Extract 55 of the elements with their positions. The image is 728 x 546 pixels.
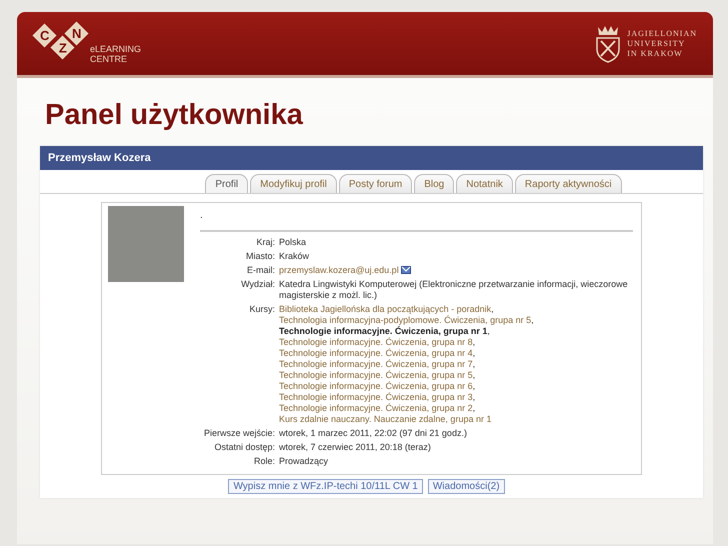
field-label: Role:: [252, 456, 275, 467]
separator-text: ,: [472, 348, 476, 358]
profile-tab[interactable]: Blog: [414, 174, 454, 193]
field-label: E-mail:: [246, 265, 275, 276]
profile-description: .: [200, 206, 633, 232]
course-link[interactable]: Technologie informacyjne. Ćwiczenia, grupa nr 2: [279, 403, 473, 413]
separator-text: ,: [472, 403, 476, 413]
separator-text: ,: [531, 315, 534, 325]
separator-text: ,: [472, 370, 476, 380]
separator-text: ,: [472, 337, 476, 347]
course-link[interactable]: Kurs zdalnie nauczany. Nauczanie zdalne, grupa nr 1: [279, 414, 492, 424]
profile-tab[interactable]: Raporty aktywności: [514, 174, 622, 193]
course-link[interactable]: Technologie informacyjne. Ćwiczenia, grupa nr 5: [279, 370, 473, 380]
course-link[interactable]: Technologie informacyjne. Ćwiczenia, grupa nr 3: [279, 392, 473, 402]
logo-text: eLEARNING: [90, 44, 142, 54]
separator-text: ,: [472, 392, 476, 402]
university-name: UNIVERSITY: [627, 38, 686, 48]
field-label: Miasto:: [244, 251, 275, 262]
field-value: Polska: [279, 237, 308, 248]
course-link[interactable]: Technologie informacyjne. Ćwiczenia, grupa nr 7: [279, 359, 473, 369]
profile-tab[interactable]: Posty forum: [338, 174, 412, 193]
slide-title: Panel użytkownika: [45, 98, 304, 132]
field-label: Wydział:: [240, 279, 275, 291]
profile-tab[interactable]: Profil: [205, 174, 248, 193]
field-label: Ostatni dostęp:: [213, 442, 275, 453]
separator-text: ,: [491, 304, 494, 314]
email-link[interactable]: przemyslaw.kozera@uj.edu.pl: [279, 265, 399, 275]
field-label: Kraj:: [255, 237, 275, 248]
separator-text: ,: [472, 359, 476, 369]
profile-tab[interactable]: Modyfikuj profil: [250, 174, 337, 193]
user-name: Przemysław Kozera: [48, 151, 151, 166]
separator-text: ,: [487, 326, 490, 336]
university-name: IN KRAKOW: [627, 48, 684, 58]
field-label: Kursy:: [248, 304, 275, 316]
university-name: JAGIELLONIAN: [627, 28, 697, 38]
field-value: wtorek, 7 czerwiec 2011, 20:18 (teraz): [279, 442, 432, 453]
field-value: wtorek, 1 marzec 2011, 22:02 (97 dni 21 godz.): [279, 428, 468, 439]
course-link[interactable]: Technologie informacyjne. Ćwiczenia, grupa nr 8: [279, 337, 473, 347]
field-value: Katedra Lingwistyki Komputerowej (Elektroniczne przetwarzanie informacji, wieczorowe magisterskie z możl. lic.): [279, 279, 629, 301]
course-link[interactable]: Technologia informacyjna-podyplomowe. Ćwiczenia, grupa nr 5: [279, 315, 532, 325]
action-button[interactable]: Wypisz mnie z WFz.IP-techi 10/11L CW 1: [228, 479, 423, 494]
envelope-icon[interactable]: [400, 266, 411, 274]
action-button[interactable]: Wiadomości(2): [428, 479, 505, 494]
logo-text: CENTRE: [90, 54, 128, 64]
logo-tiles-drawing: C Z N: [32, 22, 88, 66]
crest-icon: [595, 24, 622, 62]
course-link[interactable]: Technologie informacyjne. Ćwiczenia, grupa nr 6: [279, 381, 473, 391]
field-label: Pierwsze wejście:: [202, 428, 275, 439]
field-value: Prowadzący: [279, 456, 330, 467]
course-link[interactable]: Technologie informacyjne. Ćwiczenia, grupa nr 4: [279, 348, 473, 358]
course-link[interactable]: Biblioteka Jagiellońska dla początkujących - poradnik: [279, 304, 492, 314]
course-link[interactable]: Technologie informacyjne. Ćwiczenia, grupa nr 1: [279, 326, 488, 336]
profile-tab[interactable]: Notatnik: [456, 174, 513, 193]
field-value: Kraków: [279, 251, 310, 262]
separator-text: ,: [472, 381, 476, 391]
